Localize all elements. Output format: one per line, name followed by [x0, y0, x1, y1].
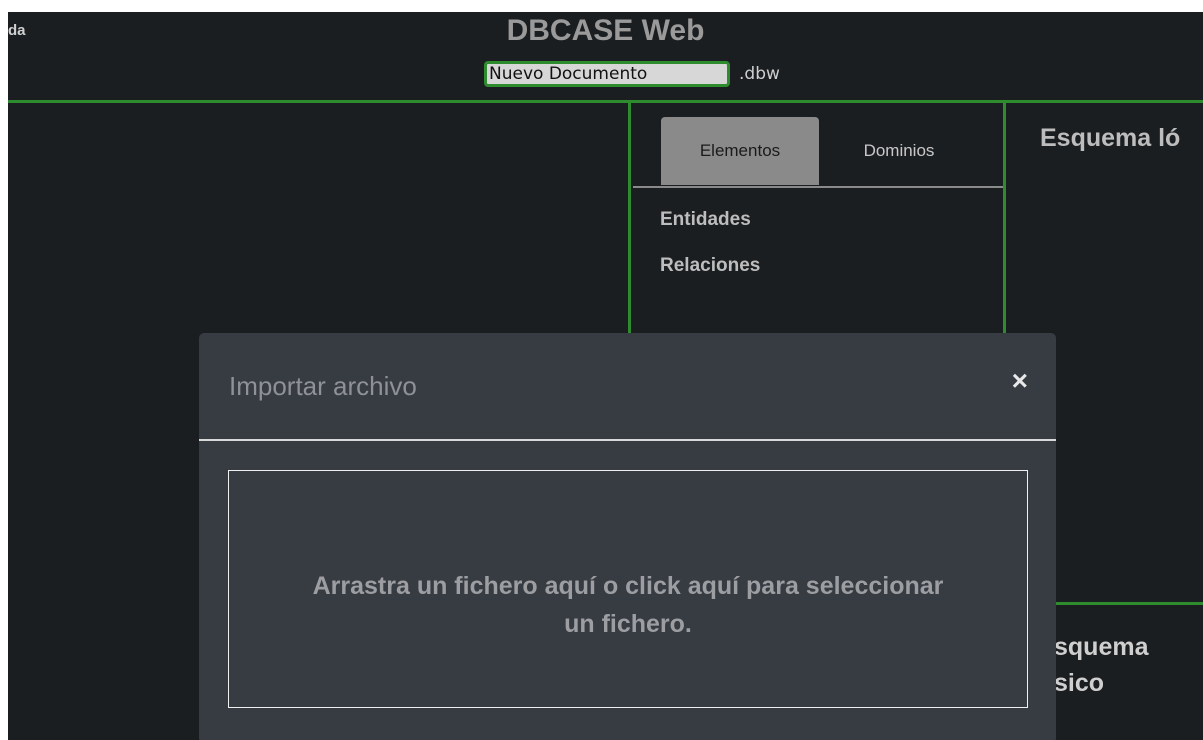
tabs-underline	[633, 186, 1003, 188]
close-icon[interactable]: ×	[1012, 365, 1028, 397]
modal-title: Importar archivo	[229, 371, 417, 401]
element-tabs: Elementos Dominios	[633, 102, 1003, 187]
tab-elementos[interactable]: Elementos	[661, 117, 819, 185]
file-dropzone[interactable]: Arrastra un fichero aquí o click aquí pa…	[228, 470, 1028, 708]
physical-schema-title: squema sico	[1054, 629, 1148, 701]
logical-schema-title: Esquema ló	[1040, 124, 1181, 152]
app-window: da DBCASE Web Nuevo Documento .dbw Eleme…	[8, 12, 1203, 740]
tab-dominios[interactable]: Dominios	[829, 117, 969, 185]
document-name-row: Nuevo Documento .dbw	[484, 61, 780, 87]
app-title: DBCASE Web	[506, 14, 705, 47]
document-extension: .dbw	[739, 64, 780, 84]
physical-schema-title-line2: sico	[1054, 669, 1105, 697]
dropzone-text: Arrastra un fichero aquí o click aquí pa…	[312, 572, 944, 638]
list-item-relaciones[interactable]: Relaciones	[660, 255, 760, 277]
modal-divider	[199, 439, 1056, 441]
document-name-input[interactable]: Nuevo Documento	[484, 61, 730, 87]
physical-schema-title-line1: squema	[1054, 633, 1149, 661]
app-header: da DBCASE Web Nuevo Documento .dbw	[8, 12, 1203, 103]
list-item-entidades[interactable]: Entidades	[660, 209, 751, 231]
import-file-modal: Importar archivo × Arrastra un fichero a…	[199, 333, 1056, 740]
